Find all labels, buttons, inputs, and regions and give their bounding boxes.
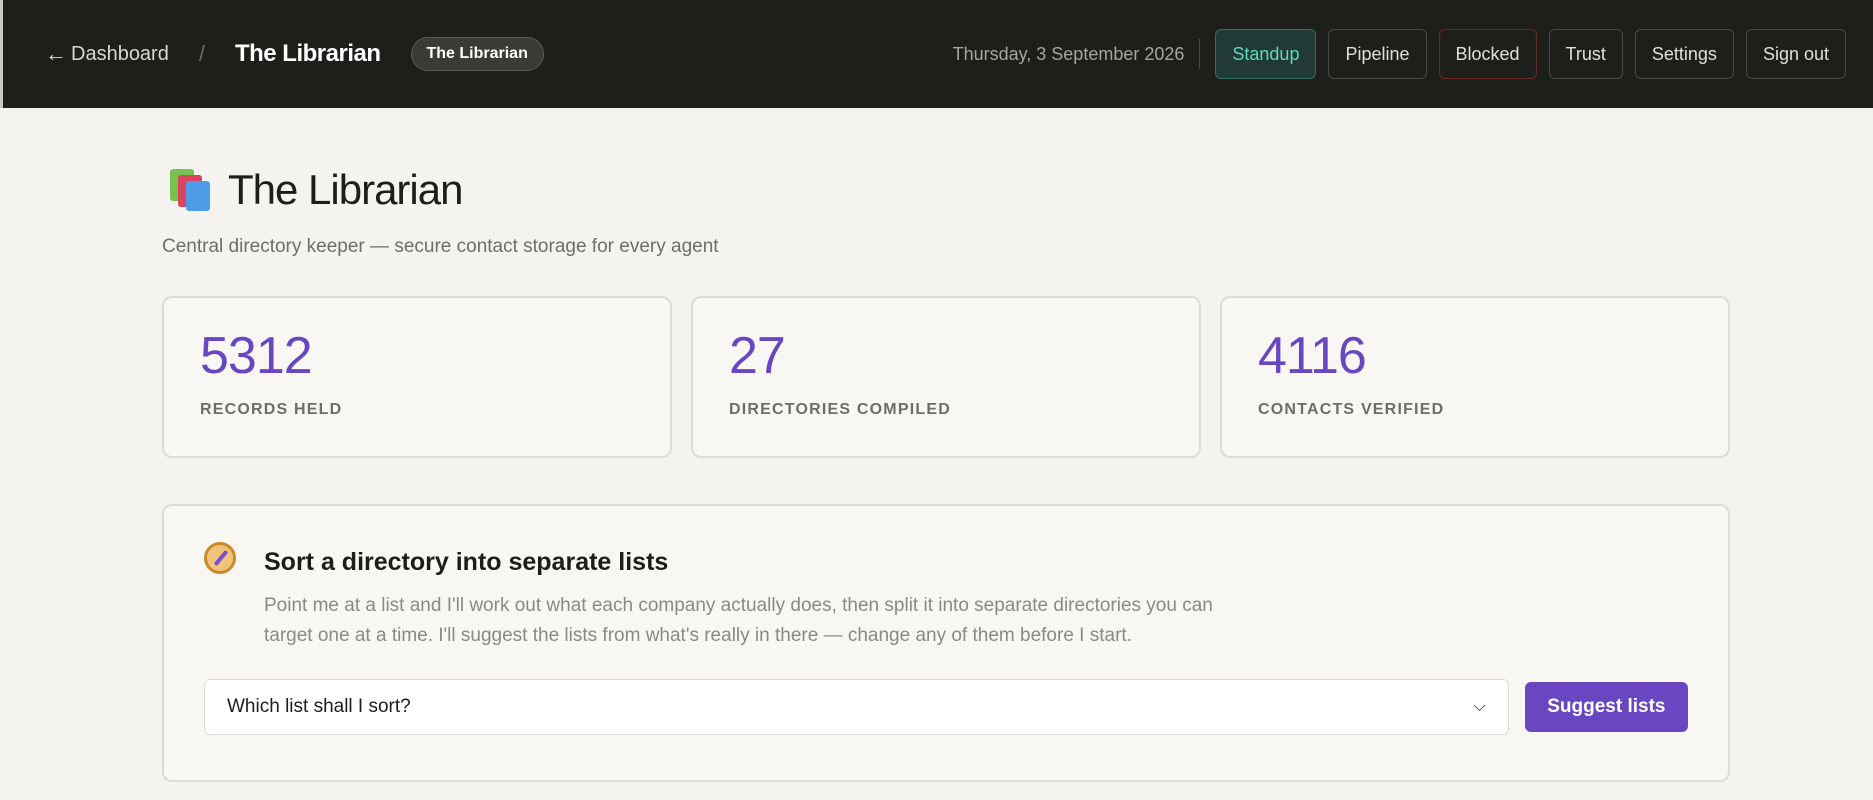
- stat-card-contacts: 4116 CONTACTS VERIFIED: [1220, 296, 1730, 458]
- header-divider: [1199, 39, 1201, 69]
- stat-value: 4116: [1258, 327, 1367, 385]
- sort-card-description: Point me at a list and I'll work out wha…: [264, 595, 1213, 646]
- nav-settings-button[interactable]: Settings: [1634, 29, 1734, 79]
- page-title: The Librarian: [228, 166, 463, 213]
- top-bar: ← Dashboard / The Librarian The Libraria…: [0, 0, 1873, 108]
- nav-pipeline-button[interactable]: Pipeline: [1328, 29, 1427, 79]
- breadcrumb-title: The Librarian: [234, 40, 381, 67]
- back-link-label: Dashboard: [71, 42, 169, 65]
- stat-label: DIRECTORIES COMPILED: [729, 401, 951, 419]
- stat-value: 5312: [200, 327, 313, 385]
- page-title-row: The Librarian: [168, 166, 1730, 214]
- sign-out-button[interactable]: Sign out: [1745, 29, 1846, 79]
- page-subtitle: Central directory keeper — secure contac…: [162, 236, 719, 257]
- nav-blocked-button[interactable]: Blocked: [1438, 29, 1537, 79]
- main-content: The Librarian Central directory keeper —…: [162, 108, 1730, 782]
- stat-label: RECORDS HELD: [200, 401, 343, 419]
- sort-controls: Which list shall I sort? ⌵ Suggest lists: [204, 679, 1688, 735]
- list-select-value: Which list shall I sort?: [227, 696, 411, 717]
- books-icon: [168, 167, 214, 213]
- compass-icon: [204, 542, 236, 574]
- back-to-dashboard-link[interactable]: ← Dashboard: [45, 41, 169, 67]
- sort-card-title: Sort a directory into separate lists: [264, 548, 669, 576]
- list-select-dropdown[interactable]: Which list shall I sort? ⌵: [204, 679, 1509, 735]
- nav-trust-button[interactable]: Trust: [1548, 29, 1623, 79]
- stats-row: 5312 RECORDS HELD 27 DIRECTORIES COMPILE…: [162, 296, 1730, 458]
- nav-standup-button[interactable]: Standup: [1215, 29, 1317, 79]
- stat-card-records: 5312 RECORDS HELD: [162, 296, 672, 458]
- sort-directory-card: Sort a directory into separate lists Poi…: [162, 504, 1730, 782]
- stat-card-directories: 27 DIRECTORIES COMPILED: [691, 296, 1201, 458]
- stat-value: 27: [729, 327, 786, 385]
- stat-label: CONTACTS VERIFIED: [1258, 401, 1445, 419]
- back-arrow-icon: ←: [45, 41, 67, 66]
- sort-card-header: Sort a directory into separate lists: [204, 542, 1688, 577]
- suggest-lists-button[interactable]: Suggest lists: [1524, 682, 1688, 732]
- current-date: Thursday, 3 September 2026: [952, 43, 1185, 64]
- chevron-down-icon: ⌵: [1473, 698, 1486, 715]
- breadcrumb-badge: The Librarian: [410, 37, 544, 71]
- breadcrumb-separator: /: [198, 41, 205, 66]
